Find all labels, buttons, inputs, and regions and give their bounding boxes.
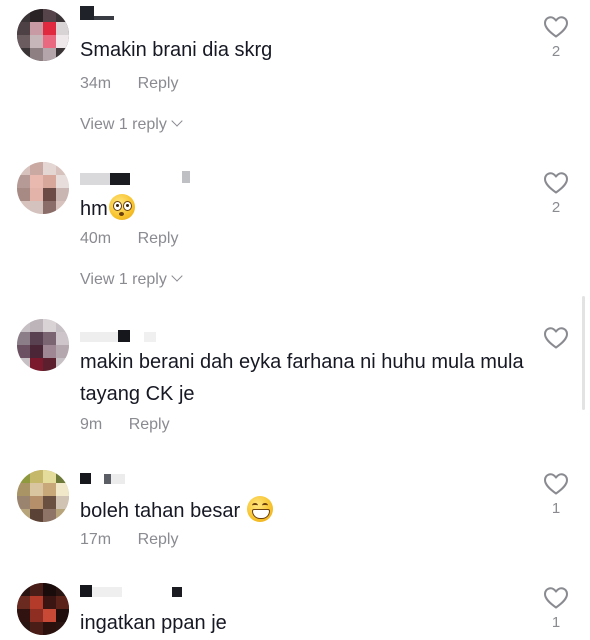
chevron-down-icon [171,270,183,282]
view-replies-button[interactable]: View 1 reply [80,115,183,134]
grinning-face-icon [246,496,273,522]
like-count [542,354,570,371]
comment-username[interactable] [80,6,140,20]
view-replies-label: View 1 reply [80,271,167,288]
comment-text-content: hm [80,198,108,220]
comment-text: Smakin brani dia skrg [80,34,530,66]
like-button[interactable]: 1 [542,586,570,631]
chevron-down-icon [171,115,183,127]
reply-button[interactable]: Reply [138,531,179,549]
comment-username[interactable] [80,329,156,343]
comment-timestamp: 40m [80,230,112,247]
flushed-face-icon [108,194,135,220]
comment-text-content: boleh tahan besar [80,500,241,522]
like-button[interactable]: 1 [542,472,570,517]
comment-username[interactable] [80,472,140,486]
comment-timestamp: 9m [80,416,103,433]
like-button[interactable]: 2 [542,171,570,216]
comment-username[interactable] [80,171,190,185]
comment-timestamp: 34m [80,75,112,92]
heart-outline-icon [544,327,568,349]
comment-text-content: makin berani dah eyka farhana ni huhu mu… [80,351,524,405]
comment-text-content: ingatkan ppan je [80,612,227,634]
comment-username[interactable] [80,584,182,598]
heart-outline-icon [544,172,568,194]
heart-outline-icon [544,16,568,38]
scrollbar[interactable] [582,296,585,410]
view-replies-label: View 1 reply [80,116,167,133]
like-count: 2 [551,199,561,216]
comment-text: hm [80,193,530,225]
heart-outline-icon [544,587,568,609]
avatar[interactable] [17,470,69,522]
comment-meta: 17m Reply [80,531,178,549]
comment-meta: 40m Reply [80,230,178,248]
view-replies-button[interactable]: View 1 reply [80,270,183,289]
reply-button[interactable]: Reply [129,416,170,434]
avatar[interactable] [17,9,69,61]
comment-timestamp: 17m [80,531,112,548]
like-button[interactable]: 2 [542,15,570,60]
comment-text: ingatkan ppan je [80,607,530,639]
reply-button[interactable]: Reply [138,75,179,93]
like-button[interactable] [542,326,570,371]
like-count: 2 [551,43,561,60]
comment-text-content: Smakin brani dia skrg [80,39,273,61]
comment-text: boleh tahan besar [80,495,530,527]
avatar[interactable] [17,583,69,635]
heart-outline-icon [544,473,568,495]
reply-button[interactable]: Reply [138,230,179,248]
comment-meta: 34m Reply [80,75,178,93]
avatar[interactable] [17,319,69,371]
comment-meta: 9m Reply [80,416,170,434]
comment-text: makin berani dah eyka farhana ni huhu mu… [80,346,530,410]
avatar[interactable] [17,162,69,214]
like-count: 1 [551,614,561,631]
like-count: 1 [551,500,561,517]
